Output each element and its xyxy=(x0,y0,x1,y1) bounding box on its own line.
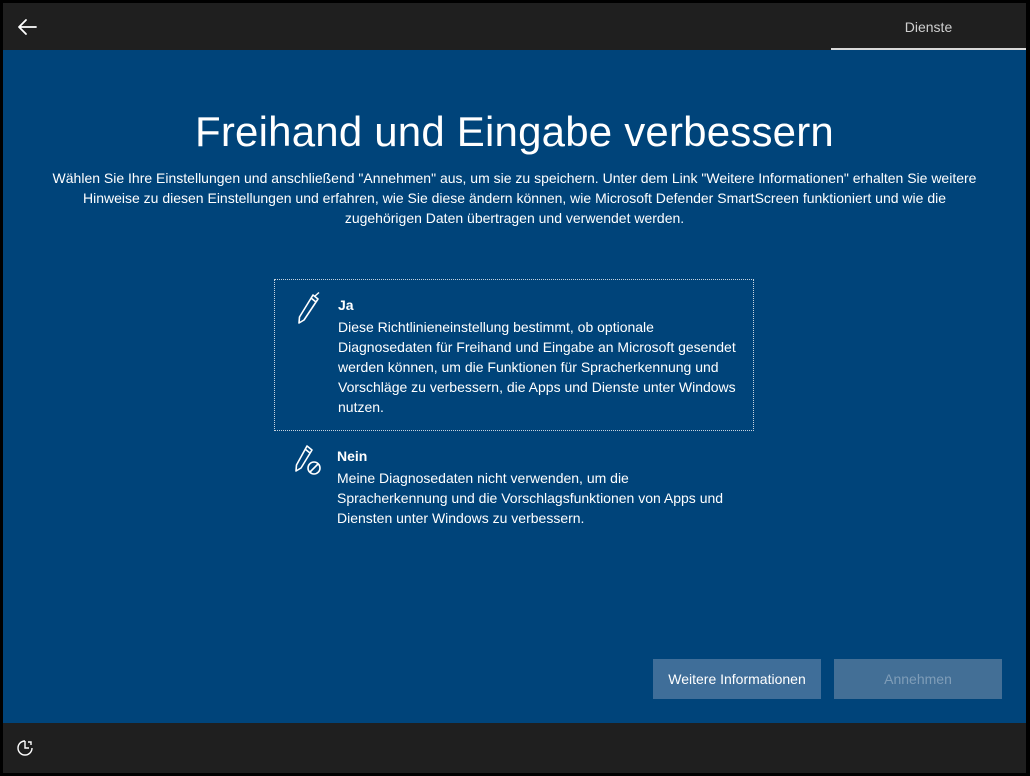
pen-icon xyxy=(298,292,320,324)
bottom-bar xyxy=(3,723,1026,773)
option-no-description: Meine Diagnosedaten nicht verwenden, um … xyxy=(337,470,724,526)
arrow-left-icon xyxy=(18,19,37,35)
page-description: Wählen Sie Ihre Einstellungen und anschl… xyxy=(52,170,977,226)
accept-button[interactable]: Annehmen xyxy=(834,659,1002,699)
ease-of-access-button[interactable] xyxy=(15,738,35,758)
option-no-title: Nein xyxy=(337,448,368,464)
pen-disabled-icon xyxy=(295,445,321,475)
top-bar: Dienste xyxy=(3,3,1026,50)
ease-of-access-icon xyxy=(17,740,33,756)
option-yes[interactable]: Ja Diese Richtlinieneinstellung bestimmt… xyxy=(274,279,754,431)
back-button[interactable] xyxy=(13,13,41,41)
option-yes-description: Diese Richtlinieneinstellung bestimmt, o… xyxy=(338,319,736,415)
more-info-button[interactable]: Weitere Informationen xyxy=(653,659,821,699)
step-label-services: Dienste xyxy=(904,18,953,35)
page-title: Freihand und Eingabe verbessern xyxy=(195,108,834,155)
option-yes-title: Ja xyxy=(338,297,354,313)
option-no[interactable]: Nein Meine Diagnosedaten nicht verwenden… xyxy=(274,431,754,541)
main-panel: Freihand und Eingabe verbessern Wählen S… xyxy=(3,50,1026,723)
